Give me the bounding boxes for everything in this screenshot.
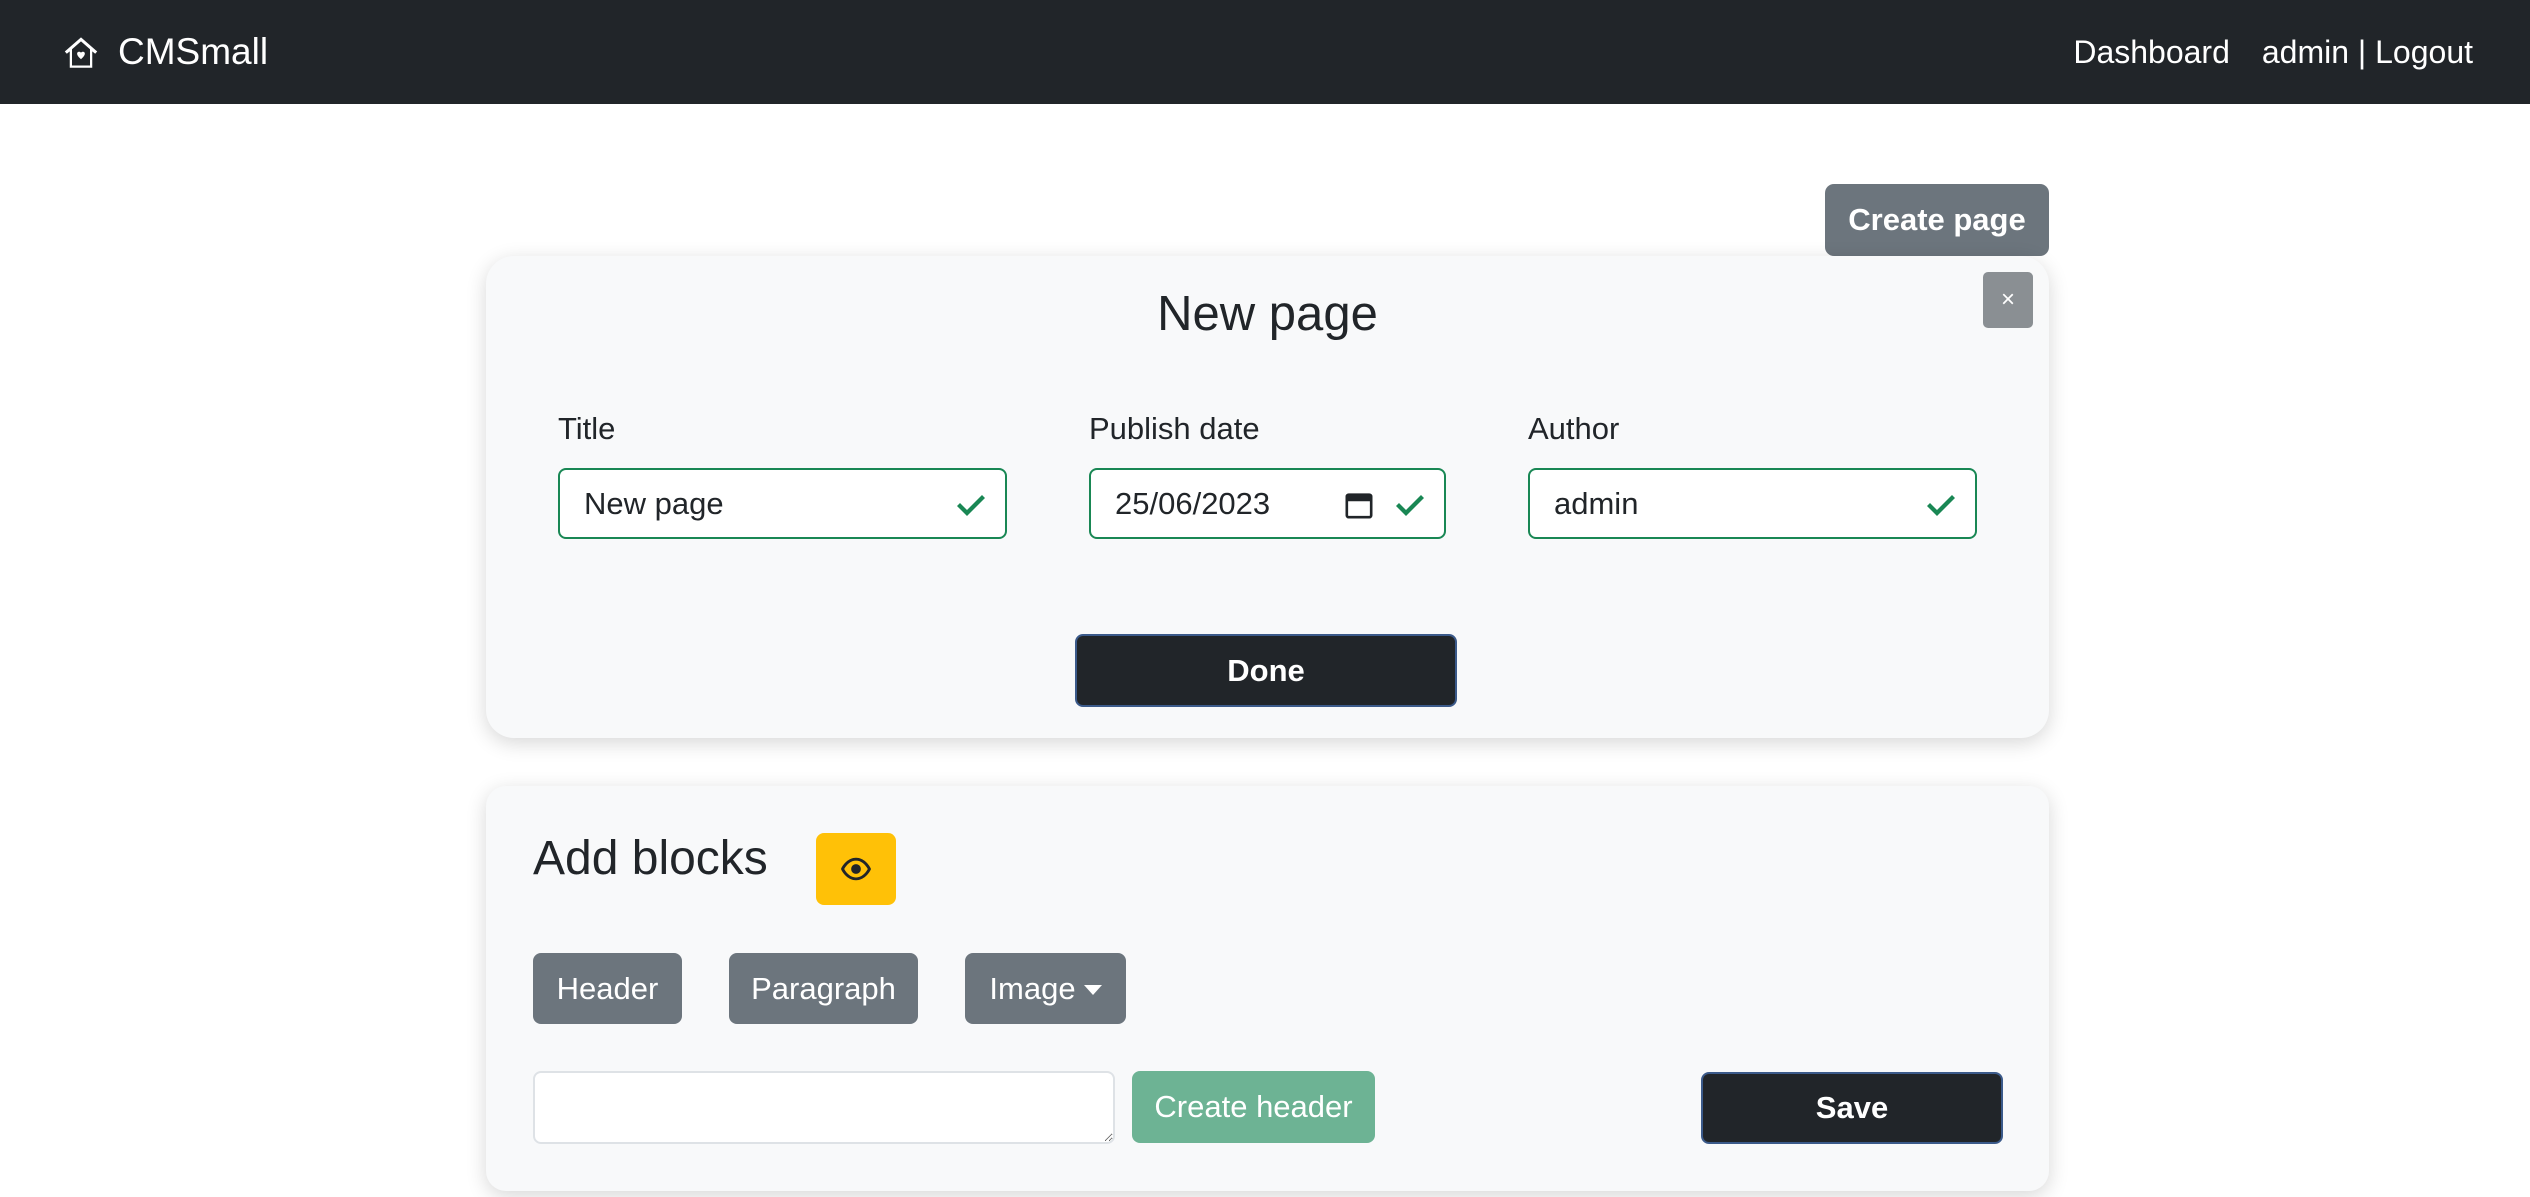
brand-link[interactable]: CMSmall	[62, 26, 268, 78]
navbar: CMSmall Dashboard admin | Logout	[0, 0, 2530, 104]
house-heart-icon	[64, 37, 98, 68]
brand-name: CMSmall	[118, 31, 269, 72]
chevron-down-icon	[1083, 985, 1102, 996]
image-dropdown-button[interactable]: Image	[965, 953, 1126, 1024]
paragraph-block-button[interactable]: Paragraph	[729, 953, 918, 1024]
author-value: admin	[1554, 485, 1639, 521]
new-page-card: New page × Title New page Publish date 2…	[486, 256, 2049, 738]
add-blocks-title: Add blocks	[533, 832, 768, 885]
author-field[interactable]: admin	[1528, 468, 1977, 539]
title-label: Title	[558, 411, 616, 446]
header-text-input[interactable]	[533, 1071, 1115, 1144]
check-icon	[1927, 495, 1955, 516]
publish-date-label: Publish date	[1089, 411, 1260, 446]
eye-icon	[841, 857, 871, 881]
close-button[interactable]: ×	[1983, 272, 2033, 328]
preview-button[interactable]	[816, 833, 896, 905]
card-title: New page	[1157, 287, 1378, 341]
title-field[interactable]: New page	[558, 468, 1007, 539]
image-dropdown-label: Image	[989, 970, 1076, 1006]
calendar-icon[interactable]	[1344, 490, 1374, 520]
dashboard-link[interactable]: Dashboard	[2073, 34, 2230, 71]
add-blocks-card: Add blocks Header Paragraph Image Create…	[486, 786, 2049, 1191]
header-block-button[interactable]: Header	[533, 953, 682, 1024]
nav-links: Dashboard admin | Logout	[2073, 26, 2473, 78]
done-button[interactable]: Done	[1075, 634, 1457, 707]
create-header-button[interactable]: Create header	[1132, 1071, 1375, 1143]
nav-separator: |	[2357, 33, 2367, 70]
title-value: New page	[584, 485, 724, 521]
current-user: admin	[2261, 33, 2350, 70]
save-button[interactable]: Save	[1701, 1072, 2003, 1144]
check-icon	[957, 495, 985, 516]
author-label: Author	[1528, 411, 1620, 446]
check-icon	[1396, 495, 1424, 516]
create-page-button[interactable]: Create page	[1825, 184, 2049, 256]
logout-link[interactable]: Logout	[2375, 34, 2473, 71]
publish-date-field[interactable]: 25/06/2023	[1089, 468, 1446, 539]
